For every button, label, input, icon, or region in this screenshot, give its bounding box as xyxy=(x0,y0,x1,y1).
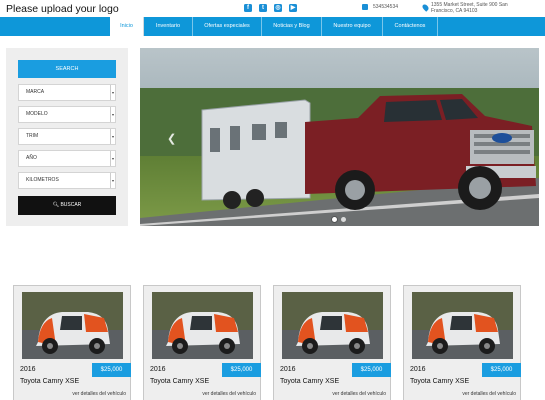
chevron-down-icon: ▾ xyxy=(110,129,115,144)
chevron-down-icon: ▾ xyxy=(110,107,115,122)
details-link[interactable]: ver detalles del vehículo xyxy=(274,391,390,397)
vehicle-card[interactable]: 2016 $25,000 Toyota Camry XSE ver detall… xyxy=(13,285,131,400)
ano-select-label: AÑO xyxy=(26,155,37,161)
main-nav: Inicio Inventario Ofertas especiales Not… xyxy=(0,17,545,36)
address-info: 1355 Market Street, Suite 900 San Franci… xyxy=(421,2,531,14)
vehicle-title[interactable]: Toyota Camry XSE xyxy=(150,378,209,385)
nav-item-noticias[interactable]: Noticias y Blog xyxy=(262,17,322,36)
top-bar: Please upload your logo f t ◎ ▶ 53453453… xyxy=(0,0,545,17)
vehicle-image[interactable] xyxy=(22,292,123,359)
search-title: SEARCH xyxy=(18,60,116,78)
price-badge: $25,000 xyxy=(92,363,131,377)
price-badge: $25,000 xyxy=(482,363,521,377)
kilometros-select[interactable]: KILOMETROS ▾ xyxy=(18,172,116,189)
facebook-icon[interactable]: f xyxy=(244,4,252,12)
phone-icon xyxy=(362,4,368,10)
youtube-icon[interactable]: ▶ xyxy=(289,4,297,12)
search-panel: SEARCH MARCA ▾ MODELO ▾ TRIM ▾ AÑO ▾ KIL… xyxy=(6,48,128,226)
modelo-select[interactable]: MODELO ▾ xyxy=(18,106,116,123)
car-image xyxy=(152,292,253,359)
nav-item-inventario[interactable]: Inventario xyxy=(144,17,193,36)
price-badge: $25,000 xyxy=(222,363,261,377)
price-badge: $25,000 xyxy=(352,363,391,377)
details-link[interactable]: ver detalles del vehículo xyxy=(144,391,260,397)
twitter-icon[interactable]: t xyxy=(259,4,267,12)
vehicle-image[interactable] xyxy=(412,292,513,359)
nav-item-contacto[interactable]: Contáctenos xyxy=(383,17,438,36)
vehicle-year: 2016 xyxy=(280,366,296,373)
vehicle-year: 2016 xyxy=(150,366,166,373)
nav-item-equipo[interactable]: Nuestro equipo xyxy=(322,17,383,36)
logo-text[interactable]: Please upload your logo xyxy=(6,3,119,15)
social-links: f t ◎ ▶ xyxy=(244,4,297,12)
search-icon: 🔍︎ xyxy=(52,202,60,208)
hero-slider[interactable]: ❮ xyxy=(140,48,539,226)
phone-info: 534534534 xyxy=(362,4,398,10)
vehicle-year: 2016 xyxy=(20,366,36,373)
slider-dots xyxy=(332,217,346,222)
chevron-down-icon: ▾ xyxy=(110,151,115,166)
modelo-select-label: MODELO xyxy=(26,111,48,117)
chevron-left-icon[interactable]: ❮ xyxy=(167,132,176,145)
car-image xyxy=(282,292,383,359)
slider-dot[interactable] xyxy=(341,217,346,222)
vehicle-title[interactable]: Toyota Camry XSE xyxy=(410,378,469,385)
map-pin-icon xyxy=(421,3,430,12)
details-link[interactable]: ver detalles del vehículo xyxy=(14,391,130,397)
details-link[interactable]: ver detalles del vehículo xyxy=(404,391,520,397)
phone-number[interactable]: 534534534 xyxy=(373,4,398,10)
instagram-icon[interactable]: ◎ xyxy=(274,4,282,12)
trim-select[interactable]: TRIM ▾ xyxy=(18,128,116,145)
vehicle-card[interactable]: 2016 $25,000 Toyota Camry XSE ver detall… xyxy=(273,285,391,400)
slider-dot[interactable] xyxy=(332,217,337,222)
hero-image xyxy=(140,48,539,226)
kilometros-select-label: KILOMETROS xyxy=(26,177,59,183)
chevron-down-icon: ▾ xyxy=(110,173,115,188)
vehicle-title[interactable]: Toyota Camry XSE xyxy=(20,378,79,385)
address-text: 1355 Market Street, Suite 900 San Franci… xyxy=(431,2,508,14)
chevron-down-icon: ▾ xyxy=(110,85,115,100)
buscar-button[interactable]: 🔍︎ BUSCAR xyxy=(18,196,116,215)
car-image xyxy=(22,292,123,359)
vehicle-image[interactable] xyxy=(152,292,253,359)
ano-select[interactable]: AÑO ▾ xyxy=(18,150,116,167)
vehicle-title[interactable]: Toyota Camry XSE xyxy=(280,378,339,385)
buscar-label: BUSCAR xyxy=(60,202,82,208)
vehicle-year: 2016 xyxy=(410,366,426,373)
car-image xyxy=(412,292,513,359)
marca-select-label: MARCA xyxy=(26,89,45,95)
vehicle-card[interactable]: 2016 $25,000 Toyota Camry XSE ver detall… xyxy=(143,285,261,400)
trim-select-label: TRIM xyxy=(26,133,39,139)
vehicle-card[interactable]: 2016 $25,000 Toyota Camry XSE ver detall… xyxy=(403,285,521,400)
vehicle-image[interactable] xyxy=(282,292,383,359)
nav-item-inicio[interactable]: Inicio xyxy=(110,17,144,36)
page: Please upload your logo f t ◎ ▶ 53453453… xyxy=(0,0,545,400)
marca-select[interactable]: MARCA ▾ xyxy=(18,84,116,101)
nav-item-ofertas[interactable]: Ofertas especiales xyxy=(193,17,262,36)
